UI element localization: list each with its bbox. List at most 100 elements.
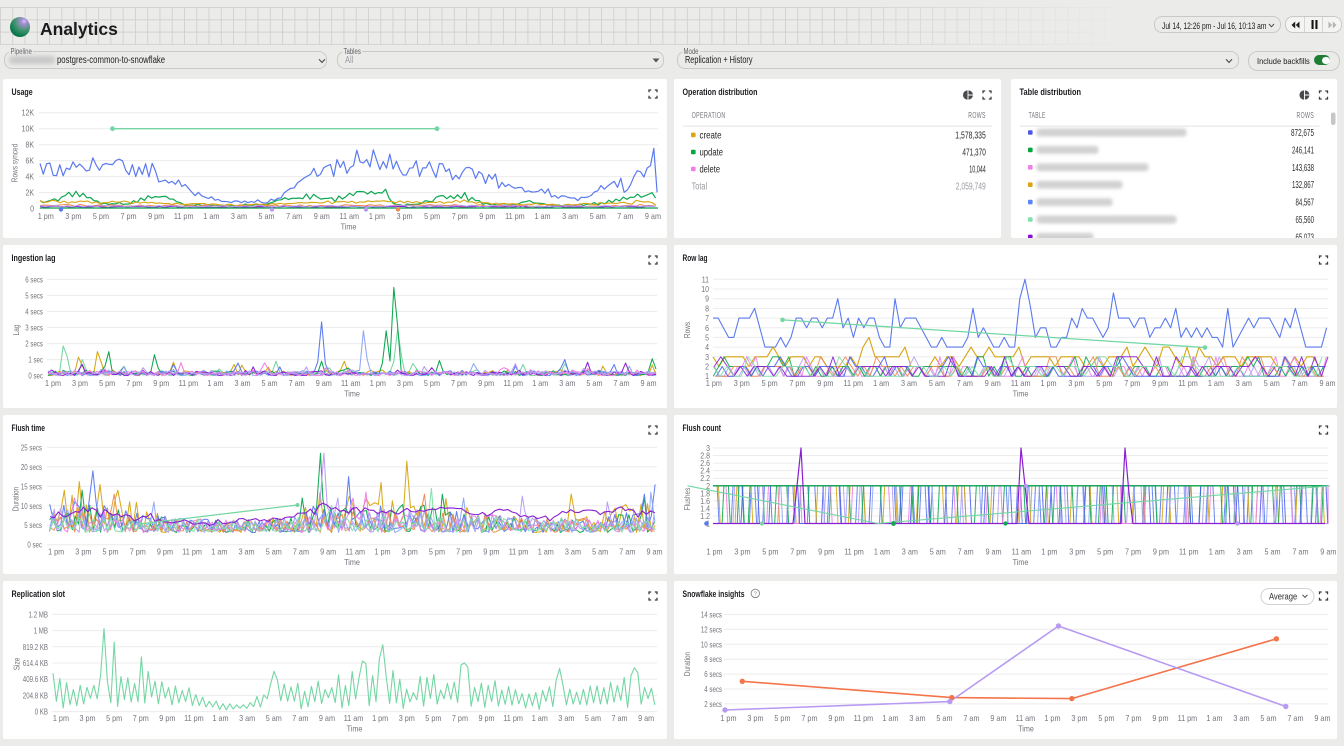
svg-text:5 pm: 5 pm xyxy=(762,546,778,556)
svg-text:1 pm: 1 pm xyxy=(372,713,388,723)
svg-text:7 am: 7 am xyxy=(1291,378,1307,388)
svg-text:3 am: 3 am xyxy=(1235,378,1251,388)
svg-text:7 am: 7 am xyxy=(619,546,635,556)
svg-text:1 am: 1 am xyxy=(211,546,227,556)
svg-text:5 pm: 5 pm xyxy=(102,546,118,556)
svg-text:3 pm: 3 pm xyxy=(65,211,81,221)
svg-text:7 am: 7 am xyxy=(611,713,627,723)
svg-text:1 am: 1 am xyxy=(212,713,228,723)
svg-text:9 pm: 9 pm xyxy=(818,546,834,556)
svg-text:ROWS: ROWS xyxy=(1296,111,1314,120)
svg-text:3 pm: 3 pm xyxy=(398,713,414,723)
svg-text:9 am: 9 am xyxy=(984,378,1000,388)
svg-text:1 pm: 1 pm xyxy=(37,211,53,221)
svg-text:7: 7 xyxy=(705,313,709,323)
svg-text:5 pm: 5 pm xyxy=(774,713,790,723)
svg-text:4: 4 xyxy=(705,342,709,352)
svg-text:1 am: 1 am xyxy=(534,211,550,221)
svg-text:11 pm: 11 pm xyxy=(1178,378,1198,388)
svg-text:5 pm: 5 pm xyxy=(106,713,122,723)
svg-text:1 pm: 1 pm xyxy=(368,211,384,221)
svg-text:3 pm: 3 pm xyxy=(396,211,412,221)
svg-text:Time: Time xyxy=(1012,557,1028,567)
svg-text:9 am: 9 am xyxy=(640,378,656,388)
svg-text:0 sec: 0 sec xyxy=(27,539,42,549)
svg-text:9 am: 9 am xyxy=(320,546,336,556)
svg-text:Replication slot: Replication slot xyxy=(11,589,65,600)
svg-text:11 am: 11 am xyxy=(1010,378,1030,388)
svg-text:Flush time: Flush time xyxy=(11,422,45,433)
svg-text:2K: 2K xyxy=(25,187,34,197)
svg-text:8 secs: 8 secs xyxy=(704,654,722,664)
svg-text:9 pm: 9 pm xyxy=(1152,546,1168,556)
svg-text:11 am: 11 am xyxy=(345,546,365,556)
svg-text:11 pm: 11 pm xyxy=(853,713,873,723)
svg-text:11 am: 11 am xyxy=(339,211,359,221)
svg-text:5 am: 5 am xyxy=(929,546,945,556)
svg-text:Average: Average xyxy=(1269,592,1297,603)
svg-text:3 pm: 3 pm xyxy=(1069,546,1085,556)
svg-text:3 am: 3 am xyxy=(230,211,246,221)
svg-text:3 pm: 3 pm xyxy=(79,713,95,723)
svg-text:1,578,335: 1,578,335 xyxy=(955,130,986,141)
svg-text:5 am: 5 am xyxy=(589,211,605,221)
svg-text:TABLE: TABLE xyxy=(1028,111,1045,120)
svg-text:9 pm: 9 pm xyxy=(828,713,844,723)
svg-text:6 secs: 6 secs xyxy=(25,274,43,284)
svg-text:4K: 4K xyxy=(25,171,34,181)
svg-text:5 pm: 5 pm xyxy=(425,713,441,723)
svg-text:3 am: 3 am xyxy=(558,713,574,723)
svg-text:1 am: 1 am xyxy=(531,713,547,723)
svg-text:9 pm: 9 pm xyxy=(148,211,164,221)
svg-text:7 pm: 7 pm xyxy=(1125,546,1141,556)
svg-text:5 am: 5 am xyxy=(586,378,602,388)
svg-text:Row lag: Row lag xyxy=(682,253,707,264)
svg-text:9 am: 9 am xyxy=(318,713,334,723)
svg-text:5 pm: 5 pm xyxy=(424,211,440,221)
svg-text:5 secs: 5 secs xyxy=(25,290,43,300)
svg-text:5 am: 5 am xyxy=(258,211,274,221)
svg-text:9 am: 9 am xyxy=(638,713,654,723)
svg-text:3 am: 3 am xyxy=(1233,713,1249,723)
svg-text:11 pm: 11 pm xyxy=(173,211,193,221)
svg-text:delete: delete xyxy=(699,164,720,175)
svg-text:11 pm: 11 pm xyxy=(844,546,864,556)
svg-text:8: 8 xyxy=(705,303,709,313)
svg-text:11 pm: 11 pm xyxy=(182,546,202,556)
svg-text:5 pm: 5 pm xyxy=(423,378,439,388)
svg-text:1 pm: 1 pm xyxy=(706,546,722,556)
svg-text:0 sec: 0 sec xyxy=(28,371,43,381)
svg-text:9 am: 9 am xyxy=(315,378,331,388)
svg-text:3: 3 xyxy=(706,443,710,453)
svg-text:204.8 KB: 204.8 KB xyxy=(22,690,47,700)
svg-text:9 pm: 9 pm xyxy=(479,211,495,221)
svg-text:6 secs: 6 secs xyxy=(704,669,722,679)
svg-text:3 pm: 3 pm xyxy=(401,546,417,556)
svg-text:7 am: 7 am xyxy=(613,378,629,388)
svg-text:3 am: 3 am xyxy=(238,546,254,556)
svg-text:Size: Size xyxy=(11,658,21,671)
svg-text:Lag: Lag xyxy=(11,324,21,335)
svg-text:Time: Time xyxy=(344,389,360,399)
svg-text:7 am: 7 am xyxy=(286,211,302,221)
svg-text:1.2 MB: 1.2 MB xyxy=(28,609,48,619)
svg-text:7 am: 7 am xyxy=(957,546,973,556)
svg-text:9 pm: 9 pm xyxy=(159,713,175,723)
svg-text:0 KB: 0 KB xyxy=(34,707,48,717)
svg-text:3 am: 3 am xyxy=(901,546,917,556)
svg-text:1 pm: 1 pm xyxy=(374,546,390,556)
svg-text:9 pm: 9 pm xyxy=(1152,713,1168,723)
svg-text:5 am: 5 am xyxy=(928,378,944,388)
svg-text:5: 5 xyxy=(705,332,709,342)
svg-text:20 secs: 20 secs xyxy=(20,461,41,471)
svg-text:3 pm: 3 pm xyxy=(733,378,749,388)
svg-text:11 am: 11 am xyxy=(341,378,361,388)
svg-text:Time: Time xyxy=(344,557,360,567)
svg-text:9 pm: 9 pm xyxy=(156,546,172,556)
svg-text:3 secs: 3 secs xyxy=(25,323,43,333)
svg-text:11: 11 xyxy=(701,274,708,284)
svg-text:5 am: 5 am xyxy=(584,713,600,723)
svg-text:1 pm: 1 pm xyxy=(369,378,385,388)
svg-text:7 pm: 7 pm xyxy=(120,211,136,221)
svg-text:3 pm: 3 pm xyxy=(72,378,88,388)
